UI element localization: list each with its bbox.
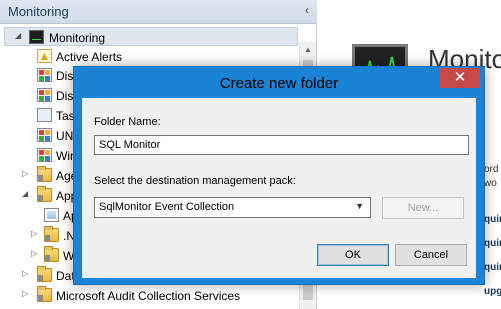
- ok-button[interactable]: OK: [317, 244, 389, 266]
- folder-icon: [37, 166, 52, 182]
- chevron-down-icon: ▼: [355, 201, 364, 211]
- alert-icon: [37, 49, 52, 63]
- dialog-title: Create new folder: [219, 75, 339, 92]
- management-pack-dropdown[interactable]: SqlMonitor Event Collection ▼: [94, 197, 371, 218]
- create-folder-dialog: Create new folder ✕ Folder Name: Select …: [73, 66, 485, 285]
- folder-icon: [37, 186, 52, 202]
- tree-item-audit-collection[interactable]: ▷ Microsoft Audit Collection Services: [0, 286, 300, 305]
- folder-icon: [44, 246, 59, 262]
- state-grid-icon: [37, 88, 52, 102]
- folder-name-label: Folder Name:: [94, 116, 161, 128]
- close-button[interactable]: ✕: [440, 68, 480, 88]
- collapse-pane-icon[interactable]: ‹: [305, 3, 309, 17]
- navigation-pane-header: Monitoring ‹: [0, 0, 317, 24]
- folder-icon: [37, 266, 52, 282]
- tree-item-label: Monitoring: [49, 31, 106, 45]
- cancel-button[interactable]: Cancel: [395, 244, 467, 266]
- folder-icon: [44, 226, 59, 242]
- folder-name-input[interactable]: [94, 135, 469, 155]
- expand-arrow-icon[interactable]: ▷: [31, 249, 37, 258]
- close-icon: ✕: [453, 69, 467, 86]
- new-pack-button[interactable]: New...: [382, 197, 464, 219]
- dialog-body: Folder Name: Select the destination mana…: [82, 98, 476, 278]
- content-link[interactable]: quir: [484, 214, 501, 225]
- monitor-icon: [29, 30, 44, 44]
- content-link[interactable]: quir: [484, 238, 501, 249]
- tree-item-label: Tas: [56, 109, 75, 123]
- dialog-titlebar[interactable]: Create new folder ✕: [74, 67, 484, 98]
- task-icon: [37, 108, 52, 122]
- state-grid-icon: [37, 68, 52, 82]
- content-text-fragment: ord: [484, 164, 499, 175]
- tree-item-monitoring[interactable]: ◢ Monitoring: [4, 27, 298, 46]
- expand-arrow-icon[interactable]: ▷: [22, 289, 28, 298]
- tree-item-label: Active Alerts: [56, 50, 123, 64]
- expand-arrow-icon[interactable]: ▷: [22, 169, 28, 178]
- view-icon: [44, 208, 59, 222]
- state-grid-icon: [37, 128, 52, 142]
- expand-arrow-icon[interactable]: ◢: [15, 31, 21, 40]
- folder-icon: [37, 286, 52, 302]
- tree-item-active-alerts[interactable]: Active Alerts: [0, 47, 300, 66]
- content-link[interactable]: quir: [484, 262, 501, 273]
- content-text-fragment: wo: [484, 178, 497, 189]
- management-pack-selected: SqlMonitor Event Collection: [99, 201, 235, 213]
- tree-item-label: Dat: [56, 269, 75, 283]
- expand-arrow-icon[interactable]: ▷: [31, 229, 37, 238]
- navigation-pane-title: Monitoring: [8, 4, 69, 19]
- content-link[interactable]: upgra: [484, 286, 501, 297]
- expand-arrow-icon[interactable]: ▷: [22, 269, 28, 278]
- scroll-up-icon[interactable]: ▲: [304, 45, 312, 54]
- tree-item-label: Microsoft Audit Collection Services: [56, 289, 241, 303]
- expand-arrow-icon[interactable]: ◢: [22, 189, 28, 198]
- pack-label: Select the destination management pack:: [94, 175, 296, 187]
- state-grid-icon: [37, 148, 52, 162]
